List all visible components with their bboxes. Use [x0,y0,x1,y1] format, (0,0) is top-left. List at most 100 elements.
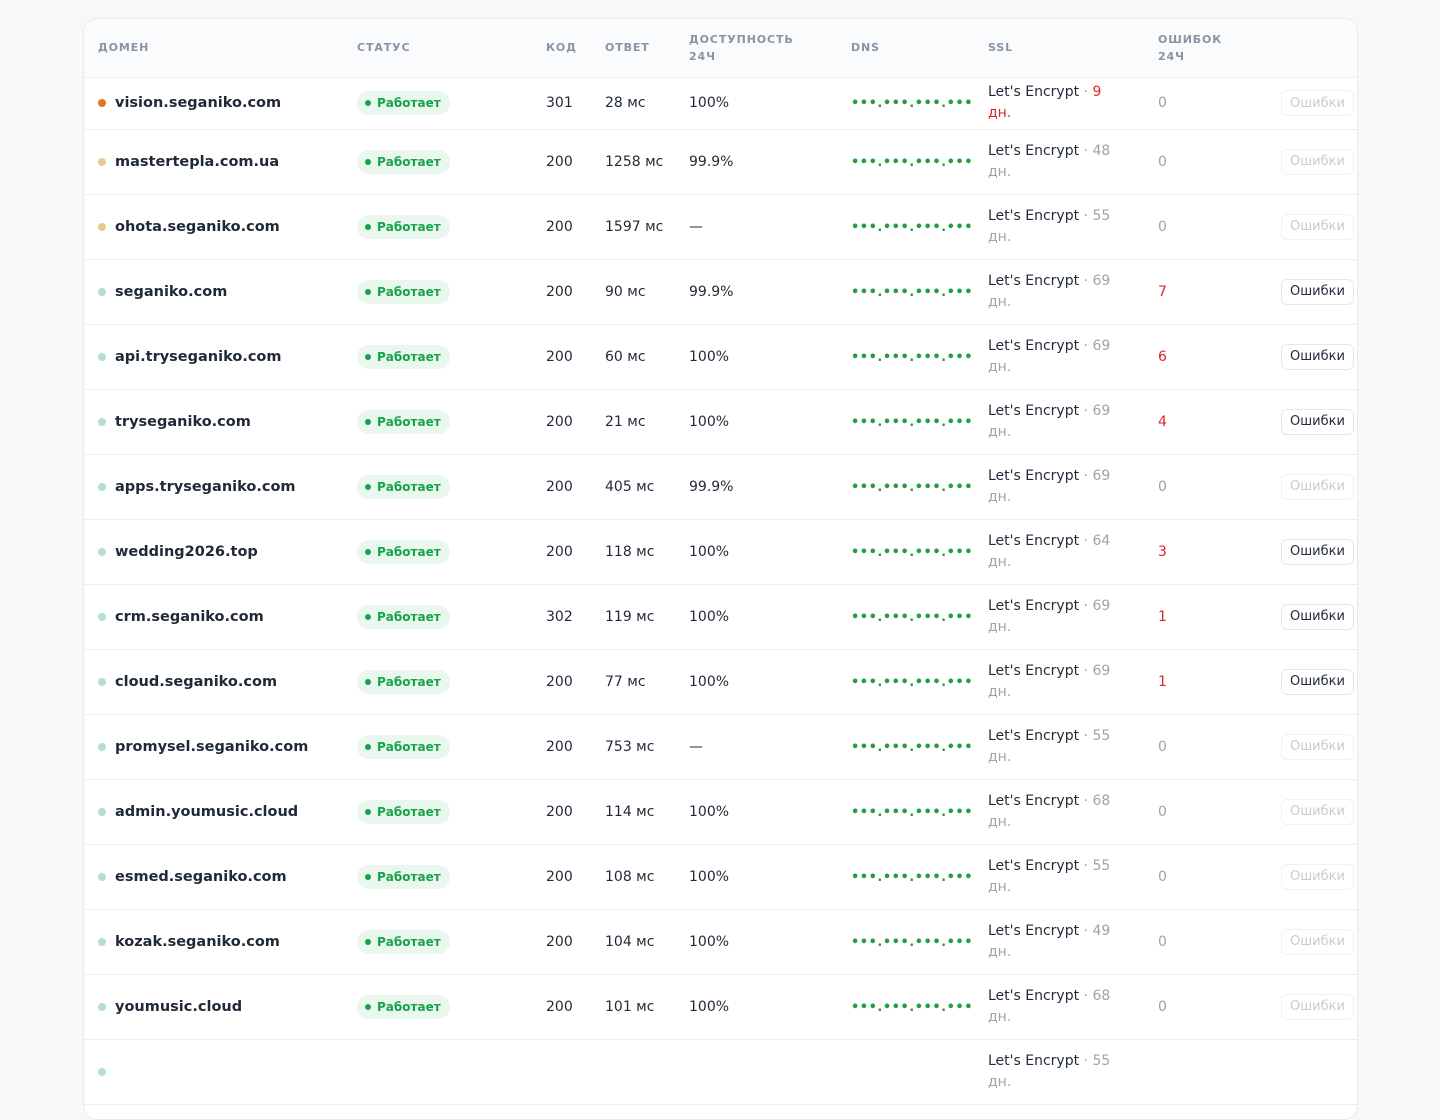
errors-button[interactable]: Ошибки [1281,798,1354,825]
header-domain[interactable]: ДОМЕН [84,19,357,78]
errors-button[interactable]: Ошибки [1281,733,1354,760]
errors-cell: 0 [1158,714,1281,779]
domain-name[interactable]: vision.seganiko.com [98,95,357,111]
domain-name[interactable]: kozak.seganiko.com [98,934,357,950]
ssl-issuer: Let's Encrypt [988,84,1080,100]
errors-button[interactable]: Ошибки [1281,928,1354,955]
errors-button[interactable]: Ошибки [1281,993,1354,1020]
ssl-separator: · [1079,1052,1093,1069]
status-cell: Работает [357,324,546,389]
status-badge: Работает [357,539,450,564]
table-row[interactable]: crm.seganiko.com Работает 302 119 мс 100… [84,584,1357,649]
table-row[interactable]: Let's Encrypt · 55 дн. [84,1039,1357,1104]
response-time: 118 мс [605,543,655,560]
table-row[interactable]: seganiko.com Работает 200 90 мс 99.9% ••… [84,259,1357,324]
table-row[interactable]: mastertepla.com.ua Работает 200 1258 мс … [84,129,1357,194]
errors-button[interactable]: Ошибки [1281,603,1354,630]
header-ssl[interactable]: SSL [988,19,1158,78]
domain-name[interactable]: promysel.seganiko.com [98,739,357,755]
status-dot-icon [365,1003,371,1010]
errors-count: 0 [1158,478,1167,495]
availability-value: 100% [689,868,730,885]
header-status[interactable]: СТАТУС [357,19,546,78]
header-actions [1281,19,1357,78]
domain-name[interactable]: esmed.seganiko.com [98,869,357,885]
table-row[interactable]: tryseganiko.com Работает 200 21 мс 100% … [84,389,1357,454]
table-row[interactable]: kozak.seganiko.com Работает 200 104 мс 1… [84,909,1357,974]
health-dot-icon [98,352,106,361]
table-row[interactable]: promysel.seganiko.com Работает 200 753 м… [84,714,1357,779]
response-time: 28 мс [605,95,646,111]
actions-cell: Ошибки [1281,584,1357,649]
ssl-cell: Let's Encrypt · 9 дн. [988,77,1158,129]
errors-button[interactable]: Ошибки [1281,473,1354,500]
table-row[interactable]: apps.tryseganiko.com Работает 200 405 мс… [84,454,1357,519]
ssl-issuer: Let's Encrypt [988,922,1080,939]
availability-value: 99.9% [689,478,734,495]
status-dot-icon [365,353,371,360]
domain-label: ohota.seganiko.com [115,218,280,235]
errors-button[interactable]: Ошибки [1281,278,1354,305]
errors-button[interactable]: Ошибки [1281,538,1354,565]
domain-name[interactable]: youmusic.cloud [98,999,357,1015]
table-row[interactable]: api.tryseganiko.com Работает 200 60 мс 1… [84,324,1357,389]
status-cell: Работает [357,974,546,1039]
domain-name[interactable]: apps.tryseganiko.com [98,479,357,495]
ssl-cell: Let's Encrypt · 68 дн. [988,779,1158,844]
response-time: 77 мс [605,673,646,690]
errors-button[interactable]: Ошибки [1281,863,1354,890]
header-code[interactable]: КОД [546,19,605,78]
table-row[interactable]: ohota.seganiko.com Работает 200 1597 мс … [84,194,1357,259]
domain-name[interactable]: wedding2026.top [98,544,357,560]
table-row[interactable]: vision.seganiko.com Работает 301 28 мс 1… [84,77,1357,129]
status-dot-icon [365,100,371,106]
header-dns[interactable]: DNS [851,19,988,78]
header-errors[interactable]: ОШИБОК 24Ч [1158,19,1281,78]
dns-cell: •••.•••.•••.••• [851,974,988,1039]
table-row[interactable]: admin.youmusic.cloud Работает 200 114 мс… [84,779,1357,844]
table-row[interactable]: wedding2026.top Работает 200 118 мс 100%… [84,519,1357,584]
table-row[interactable]: esmed.seganiko.com Работает 200 108 мс 1… [84,844,1357,909]
errors-count: 0 [1158,95,1167,111]
response-cell: 60 мс [605,324,689,389]
domain-label: promysel.seganiko.com [115,738,309,755]
errors-button[interactable]: Ошибки [1281,343,1354,370]
errors-count: 0 [1158,218,1167,235]
errors-button[interactable]: Ошибки [1281,148,1354,175]
http-code [546,1039,605,1104]
ssl-cell: Let's Encrypt · 55 дн. [988,194,1158,259]
domain-cell: crm.seganiko.com [84,584,357,649]
table-row[interactable]: youmusic.cloud Работает 200 101 мс 100% … [84,974,1357,1039]
header-response[interactable]: ОТВЕТ [605,19,689,78]
status-badge: Работает [357,344,450,369]
header-availability[interactable]: ДОСТУПНОСТЬ 24Ч [689,19,851,78]
dns-value: •••.•••.•••.••• [851,869,974,885]
ssl-info: Let's Encrypt · 68 дн. [988,791,1116,833]
errors-button[interactable]: Ошибки [1281,408,1354,435]
ssl-separator: · [1079,532,1093,549]
domain-name[interactable]: api.tryseganiko.com [98,349,357,365]
domain-name[interactable]: ohota.seganiko.com [98,219,357,235]
response-cell: 753 мс [605,714,689,779]
ssl-info: Let's Encrypt · 69 дн. [988,336,1116,378]
ssl-issuer: Let's Encrypt [988,857,1080,874]
errors-button[interactable]: Ошибки [1281,90,1354,116]
table-row[interactable]: cloud.seganiko.com Работает 200 77 мс 10… [84,649,1357,714]
domain-name[interactable]: mastertepla.com.ua [98,154,357,170]
domain-name[interactable] [98,1067,357,1076]
actions-cell: Ошибки [1281,844,1357,909]
domain-name[interactable]: tryseganiko.com [98,414,357,430]
domain-name[interactable]: admin.youmusic.cloud [98,804,357,820]
errors-button[interactable]: Ошибки [1281,668,1354,695]
errors-button[interactable]: Ошибки [1281,213,1354,240]
status-cell: Работает [357,519,546,584]
status-dot-icon [365,548,371,555]
dns-value: •••.•••.•••.••• [851,609,974,625]
domain-cell: wedding2026.top [84,519,357,584]
errors-cell: 6 [1158,324,1281,389]
domain-name[interactable]: cloud.seganiko.com [98,674,357,690]
domain-label: seganiko.com [115,283,228,300]
domain-name[interactable]: crm.seganiko.com [98,609,357,625]
domain-name[interactable]: seganiko.com [98,284,357,300]
http-code: 200 [546,998,573,1015]
